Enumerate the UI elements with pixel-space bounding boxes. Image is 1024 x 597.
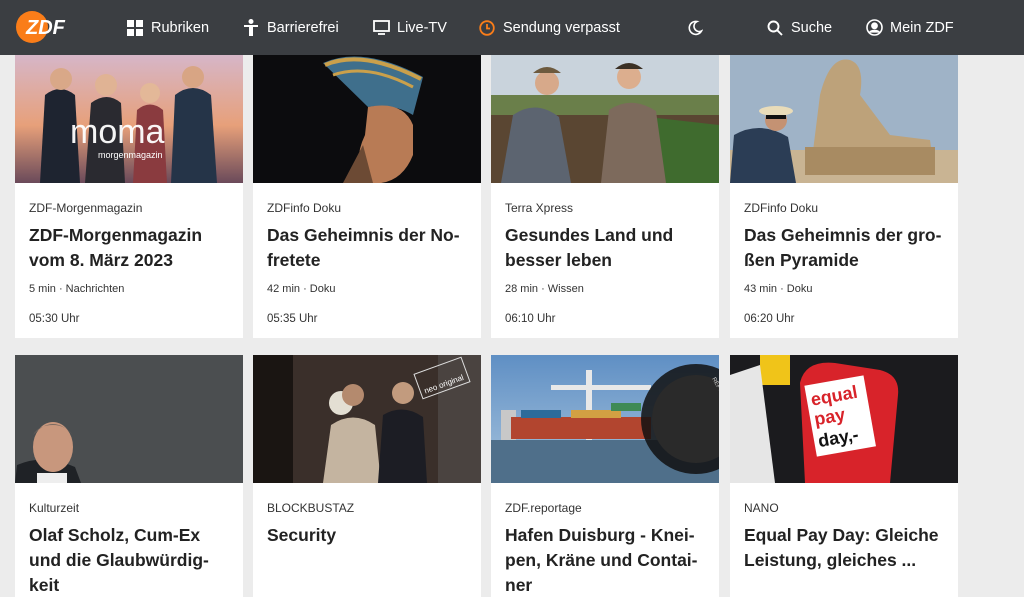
teaser-overline: Terra Xpress: [505, 201, 574, 215]
dark-mode-toggle[interactable]: [686, 0, 704, 55]
nav-mein-zdf[interactable]: Mein ZDF: [865, 0, 954, 55]
teaser-card[interactable]: equal pay day,- NANO Equal Pay Day: Glei…: [730, 355, 958, 597]
teaser-overline: ZDFinfo Doku: [744, 201, 819, 215]
nav-barrierefrei[interactable]: Barrierefrei: [242, 0, 339, 55]
grid-icon: [126, 19, 144, 37]
svg-text:moma: moma: [70, 113, 165, 151]
teaser-title[interactable]: Das Geheimnis der gro- ßen Pyramide: [744, 223, 948, 273]
teaser-card[interactable]: ZDFinfo Doku Das Geheimnis der No- frete…: [253, 55, 481, 338]
teaser-card[interactable]: moma morgenmagazin ZDF-Morgenmagazin ZDF…: [15, 55, 243, 338]
nav-label: Rubriken: [151, 19, 210, 36]
teaser-info: 5 min · Nachrichten: [29, 283, 125, 295]
teaser-info: 28 min · Wissen: [505, 283, 584, 295]
teaser-title[interactable]: Equal Pay Day: Gleiche Leistung, gleiche…: [744, 523, 948, 573]
teaser-overline: NANO: [744, 501, 779, 515]
teaser-card[interactable]: ZDFinfo Doku Das Geheimnis der gro- ßen …: [730, 55, 958, 338]
teaser-thumbnail[interactable]: [253, 55, 481, 183]
nav-label: Mein ZDF: [890, 19, 954, 36]
nav-rubriken[interactable]: Rubriken: [126, 0, 209, 55]
teaser-title[interactable]: ZDF-Morgenmagazin vom 8. März 2023: [29, 223, 233, 273]
clock-icon: [478, 19, 496, 37]
teaser-title[interactable]: Security: [267, 523, 471, 548]
teaser-thumbnail[interactable]: equal pay day,-: [730, 355, 958, 483]
teaser-title[interactable]: Hafen Duisburg - Knei- pen, Kräne und Co…: [505, 523, 709, 597]
svg-text:morgenmagazin: morgenmagazin: [98, 150, 163, 160]
nav-label: Sendung verpasst: [503, 19, 620, 36]
teaser-thumbnail[interactable]: [730, 55, 958, 183]
teaser-info: 42 min · Doku: [267, 283, 336, 295]
teaser-airtime: 05:30 Uhr: [29, 313, 80, 325]
tv-icon: [372, 19, 390, 37]
nav-label: Barrierefrei: [267, 19, 339, 36]
nav-suche[interactable]: Suche: [766, 0, 832, 55]
teaser-overline: ZDF.reportage: [505, 501, 582, 515]
teaser-thumbnail[interactable]: [15, 355, 243, 483]
top-navigation-bar: ZDF Rubriken Barrierefrei Live-TV Sendun…: [0, 0, 1024, 55]
teaser-thumbnail[interactable]: moma morgenmagazin: [15, 55, 243, 183]
teaser-overline: ZDF-Morgenmagazin: [29, 201, 143, 215]
teaser-thumbnail[interactable]: neo original: [253, 355, 481, 483]
teaser-thumbnail[interactable]: [491, 55, 719, 183]
teaser-airtime: 06:10 Uhr: [505, 313, 556, 325]
teaser-card[interactable]: neo original BLOCKBUSTAZ Security: [253, 355, 481, 597]
teaser-title[interactable]: Das Geheimnis der No- fretete: [267, 223, 471, 273]
search-icon: [766, 19, 784, 37]
teaser-overline: ZDFinfo Doku: [267, 201, 342, 215]
teaser-info: 43 min · Doku: [744, 283, 813, 295]
nav-label: Live-TV: [397, 19, 447, 36]
teaser-title[interactable]: Gesundes Land und besser leben: [505, 223, 709, 273]
nav-label: Suche: [791, 19, 833, 36]
accessibility-icon: [242, 18, 260, 37]
teaser-thumbnail[interactable]: REPORTAGE: [491, 355, 719, 483]
moon-icon: [686, 19, 704, 37]
teaser-airtime: 06:20 Uhr: [744, 313, 795, 325]
teaser-card[interactable]: Kulturzeit Olaf Scholz, Cum-Ex und die G…: [15, 355, 243, 597]
svg-text:ZDF: ZDF: [25, 17, 66, 39]
nav-live-tv[interactable]: Live-TV: [372, 0, 447, 55]
teaser-overline: Kulturzeit: [29, 501, 80, 515]
teaser-card[interactable]: Terra Xpress Gesundes Land und besser le…: [491, 55, 719, 338]
user-icon: [865, 19, 883, 37]
zdf-logo[interactable]: ZDF: [15, 10, 73, 44]
nav-sendung-verpasst[interactable]: Sendung verpasst: [478, 0, 620, 55]
teaser-title[interactable]: Olaf Scholz, Cum-Ex und die Glaubwürdig-…: [29, 523, 233, 597]
teaser-card[interactable]: REPORTAGE ZDF.reportage Hafen Duisburg -…: [491, 355, 719, 597]
teaser-airtime: 05:35 Uhr: [267, 313, 318, 325]
teaser-overline: BLOCKBUSTAZ: [267, 501, 355, 515]
